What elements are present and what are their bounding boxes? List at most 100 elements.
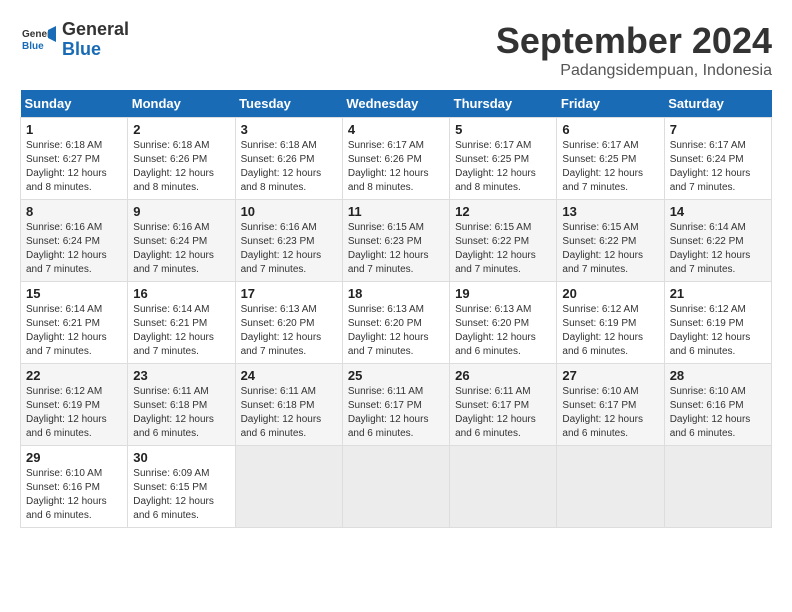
day-info: Sunrise: 6:13 AM Sunset: 6:20 PM Dayligh… (348, 303, 444, 359)
table-row: 8Sunrise: 6:16 AM Sunset: 6:24 PM Daylig… (21, 200, 128, 282)
logo-text: General Blue (62, 20, 129, 60)
table-row: 26 Sunrise: 6:11 AM Sunset: 6:17 PM Dayli… (450, 364, 557, 446)
table-row: 14 Sunrise: 6:14 AM Sunset: 6:22 PM Dayli… (664, 200, 771, 282)
day-info: Sunrise: 6:15 AM Sunset: 6:22 PM Dayligh… (455, 221, 551, 277)
day-info: Sunrise: 6:17 AM Sunset: 6:24 PM Dayligh… (670, 139, 766, 195)
table-row: 11 Sunrise: 6:15 AM Sunset: 6:23 PM Dayli… (342, 200, 449, 282)
day-info: Sunrise: 6:11 AM Sunset: 6:17 PM Dayligh… (348, 385, 444, 441)
day-number: 21 (670, 286, 766, 301)
day-number: 11 (348, 204, 444, 219)
table-row: 9 Sunrise: 6:16 AM Sunset: 6:24 PM Daylig… (128, 200, 235, 282)
col-monday: Monday (128, 90, 235, 118)
table-row: 12 Sunrise: 6:15 AM Sunset: 6:22 PM Dayli… (450, 200, 557, 282)
table-row: 18 Sunrise: 6:13 AM Sunset: 6:20 PM Dayli… (342, 282, 449, 364)
week-row-4: 22 Sunrise: 6:12 AM Sunset: 6:19 PM Dayli… (21, 364, 772, 446)
table-row: 19Sunrise: 6:13 AM Sunset: 6:20 PM Dayli… (450, 282, 557, 364)
logo: General Blue General Blue (20, 20, 129, 60)
table-row: 1Sunrise: 6:18 AM Sunset: 6:27 PM Daylig… (21, 118, 128, 200)
day-number: 30 (133, 450, 229, 465)
table-row (450, 446, 557, 528)
day-info: Sunrise: 6:16 AM Sunset: 6:23 PM Dayligh… (241, 221, 337, 277)
table-row: 2 Sunrise: 6:18 AM Sunset: 6:26 PM Daylig… (128, 118, 235, 200)
day-info: Sunrise: 6:12 AM Sunset: 6:19 PM Dayligh… (670, 303, 766, 359)
day-number: 10 (241, 204, 337, 219)
logo-general: General (62, 20, 129, 40)
day-number: 28 (670, 368, 766, 383)
day-info: Sunrise: 6:18 AM Sunset: 6:26 PM Dayligh… (133, 139, 229, 195)
day-info: Sunrise: 6:15 AM Sunset: 6:23 PM Dayligh… (348, 221, 444, 277)
day-number: 4 (348, 122, 444, 137)
logo-icon: General Blue (20, 22, 56, 58)
day-number: 29 (26, 450, 122, 465)
day-number: 22 (26, 368, 122, 383)
day-number: 16 (133, 286, 229, 301)
day-number: 5 (455, 122, 551, 137)
day-number: 14 (670, 204, 766, 219)
week-row-2: 8Sunrise: 6:16 AM Sunset: 6:24 PM Daylig… (21, 200, 772, 282)
table-row: 27Sunrise: 6:10 AM Sunset: 6:17 PM Dayli… (557, 364, 664, 446)
col-wednesday: Wednesday (342, 90, 449, 118)
week-row-5: 29 Sunrise: 6:10 AM Sunset: 6:16 PM Dayli… (21, 446, 772, 528)
month-title: September 2024 (496, 20, 772, 62)
table-row: 16 Sunrise: 6:14 AM Sunset: 6:21 PM Dayli… (128, 282, 235, 364)
table-row: 5 Sunrise: 6:17 AM Sunset: 6:25 PM Daylig… (450, 118, 557, 200)
day-number: 15 (26, 286, 122, 301)
day-info: Sunrise: 6:13 AM Sunset: 6:20 PM Dayligh… (241, 303, 337, 359)
table-row: 21 Sunrise: 6:12 AM Sunset: 6:19 PM Dayli… (664, 282, 771, 364)
day-info: Sunrise: 6:11 AM Sunset: 6:18 PM Dayligh… (241, 385, 337, 441)
header: General Blue General Blue September 2024… (20, 20, 772, 80)
table-row: 17 Sunrise: 6:13 AM Sunset: 6:20 PM Dayli… (235, 282, 342, 364)
day-number: 2 (133, 122, 229, 137)
day-number: 1 (26, 122, 122, 137)
day-info: Sunrise: 6:09 AM Sunset: 6:15 PM Dayligh… (133, 467, 229, 523)
day-info: Sunrise: 6:15 AM Sunset: 6:22 PM Dayligh… (562, 221, 658, 277)
table-row: 25 Sunrise: 6:11 AM Sunset: 6:17 PM Dayli… (342, 364, 449, 446)
table-row: 10 Sunrise: 6:16 AM Sunset: 6:23 PM Dayli… (235, 200, 342, 282)
table-row: 20Sunrise: 6:12 AM Sunset: 6:19 PM Dayli… (557, 282, 664, 364)
day-info: Sunrise: 6:17 AM Sunset: 6:25 PM Dayligh… (562, 139, 658, 195)
day-info: Sunrise: 6:11 AM Sunset: 6:17 PM Dayligh… (455, 385, 551, 441)
table-row: 6Sunrise: 6:17 AM Sunset: 6:25 PM Daylig… (557, 118, 664, 200)
day-info: Sunrise: 6:18 AM Sunset: 6:26 PM Dayligh… (241, 139, 337, 195)
day-number: 26 (455, 368, 551, 383)
logo-blue: Blue (62, 40, 129, 60)
week-row-1: 1Sunrise: 6:18 AM Sunset: 6:27 PM Daylig… (21, 118, 772, 200)
day-info: Sunrise: 6:14 AM Sunset: 6:21 PM Dayligh… (133, 303, 229, 359)
day-number: 23 (133, 368, 229, 383)
day-number: 3 (241, 122, 337, 137)
table-row: 29 Sunrise: 6:10 AM Sunset: 6:16 PM Dayli… (21, 446, 128, 528)
table-row: 7Sunrise: 6:17 AM Sunset: 6:24 PM Daylig… (664, 118, 771, 200)
table-row: 30 Sunrise: 6:09 AM Sunset: 6:15 PM Dayli… (128, 446, 235, 528)
day-info: Sunrise: 6:12 AM Sunset: 6:19 PM Dayligh… (562, 303, 658, 359)
day-number: 12 (455, 204, 551, 219)
day-info: Sunrise: 6:10 AM Sunset: 6:16 PM Dayligh… (670, 385, 766, 441)
svg-text:Blue: Blue (22, 41, 44, 52)
day-info: Sunrise: 6:16 AM Sunset: 6:24 PM Dayligh… (26, 221, 122, 277)
table-row: 15Sunrise: 6:14 AM Sunset: 6:21 PM Dayli… (21, 282, 128, 364)
week-row-3: 15 Sunrise: 6:14 AM Sunset: 6:21 PM Dayli… (21, 282, 772, 364)
table-row: 4 Sunrise: 6:17 AM Sunset: 6:26 PM Daylig… (342, 118, 449, 200)
table-row: 28 Sunrise: 6:10 AM Sunset: 6:16 PM Dayli… (664, 364, 771, 446)
day-number: 24 (241, 368, 337, 383)
day-info: Sunrise: 6:17 AM Sunset: 6:26 PM Dayligh… (348, 139, 444, 195)
day-info: Sunrise: 6:16 AM Sunset: 6:24 PM Dayligh… (133, 221, 229, 277)
table-row: 22 Sunrise: 6:12 AM Sunset: 6:19 PM Dayli… (21, 364, 128, 446)
table-row: 3 Sunrise: 6:18 AM Sunset: 6:26 PM Daylig… (235, 118, 342, 200)
day-info: Sunrise: 6:17 AM Sunset: 6:25 PM Dayligh… (455, 139, 551, 195)
day-number: 17 (241, 286, 337, 301)
col-saturday: Saturday (664, 90, 771, 118)
day-info: Sunrise: 6:14 AM Sunset: 6:22 PM Dayligh… (670, 221, 766, 277)
day-info: Sunrise: 6:10 AM Sunset: 6:17 PM Dayligh… (562, 385, 658, 441)
day-number: 9 (133, 204, 229, 219)
day-number: 18 (348, 286, 444, 301)
location-title: Padangsidempuan, Indonesia (496, 62, 772, 80)
col-tuesday: Tuesday (235, 90, 342, 118)
day-number: 19 (455, 286, 551, 301)
day-info: Sunrise: 6:12 AM Sunset: 6:19 PM Dayligh… (26, 385, 122, 441)
table-row (664, 446, 771, 528)
table-row: 23Sunrise: 6:11 AM Sunset: 6:18 PM Dayli… (128, 364, 235, 446)
col-thursday: Thursday (450, 90, 557, 118)
day-info: Sunrise: 6:10 AM Sunset: 6:16 PM Dayligh… (26, 467, 122, 523)
calendar-header-row: Sunday Monday Tuesday Wednesday Thursday… (21, 90, 772, 118)
day-number: 25 (348, 368, 444, 383)
